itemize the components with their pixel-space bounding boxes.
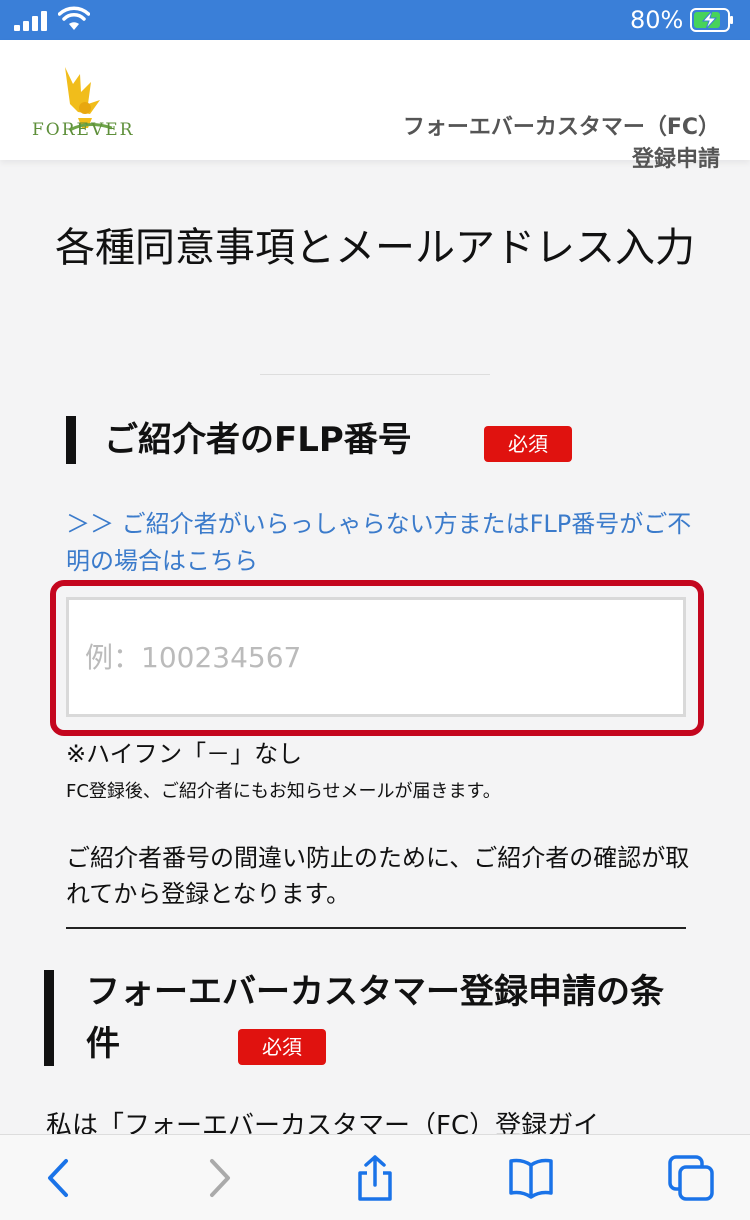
no-referrer-link[interactable]: ＞＞ ご紹介者がいらっしゃらない方またはFLP番号がご不明の場合はこちら [66,506,706,580]
logo-text: FOREVER [32,120,135,140]
battery-percent: 80% [630,6,684,34]
page-title: 各種同意事項とメールアドレス入力 [55,225,695,271]
browser-toolbar [0,1134,750,1220]
section-bar [44,970,54,1066]
hyphen-note: ※ハイフン「－」なし [66,740,303,768]
required-badge: 必須 [238,1029,326,1065]
section-divider [66,927,686,929]
wifi-icon [58,6,90,30]
confirmation-note: ご紹介者番号の間違い防止のために、ご紹介者の確認が取れてから登録となります。 [66,844,690,908]
back-icon[interactable] [36,1155,82,1201]
section-bar [66,416,76,464]
bookmarks-icon[interactable] [508,1155,554,1201]
battery-charging-icon [690,8,733,32]
header-title: フォーエバーカスタマー（FC）登録申請 [402,115,720,172]
conditions-section-heading: フォーエバーカスタマー登録申請の条件 [86,972,664,1064]
tabs-icon[interactable] [668,1155,714,1201]
forward-icon[interactable] [196,1155,242,1201]
flp-section-heading: ご紹介者のFLP番号 [104,420,412,460]
signal-icon [14,11,48,31]
site-header: FOREVER フォーエバーカスタマー（FC）登録申請 [0,40,750,172]
status-bar: 80% [0,0,750,40]
title-divider [260,374,490,375]
notification-note: FC登録後、ご紹介者にもお知らせメールが届きます。 [66,781,501,802]
flp-number-input[interactable] [66,597,686,717]
required-badge: 必須 [484,426,572,462]
share-icon[interactable] [352,1155,398,1201]
